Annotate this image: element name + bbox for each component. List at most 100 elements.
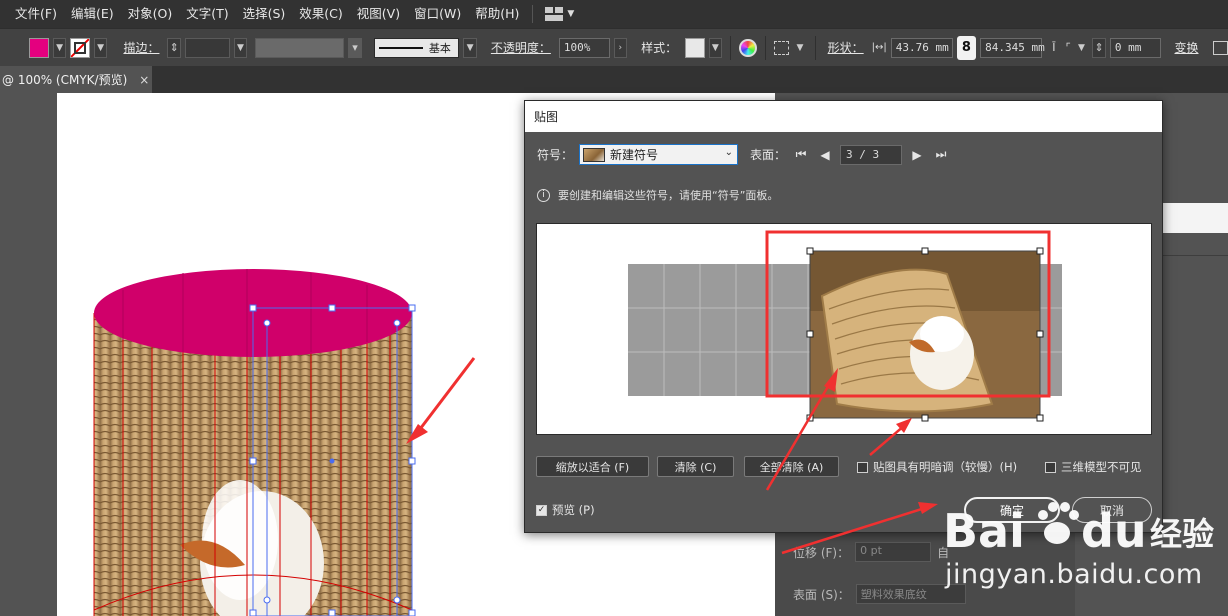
chevron-down-icon: ▼ — [567, 9, 575, 19]
align-dropdown[interactable]: ▼ — [793, 38, 807, 58]
symbol-value: 新建符号 — [610, 148, 659, 162]
document-tab[interactable]: @ 100% (CMYK/预览) × — [0, 66, 152, 93]
toolbar-divider — [730, 35, 732, 60]
shade-artwork-option[interactable]: 贴图具有明暗调（较慢）(H) — [857, 459, 1017, 475]
control-toolbar: ▼ ▼ 描边： ⇕ ▼ ▾ 基本 ▼ 不透明度： 100% › 样式： ▼ ▼ … — [0, 28, 1228, 66]
prev-surface-icon[interactable]: ◀ — [816, 148, 834, 162]
no-stroke-icon — [71, 38, 89, 57]
cancel-button[interactable]: 取消 — [1072, 497, 1152, 523]
corner-stepper[interactable]: ⇕ — [1092, 37, 1106, 58]
toolbar-divider — [814, 35, 816, 60]
fit-button[interactable]: 缩放以适合 (F) — [536, 456, 649, 477]
document-tab-bar: @ 100% (CMYK/预览) × — [0, 66, 1228, 93]
surface-page-field[interactable]: 3 / 3 — [840, 144, 903, 165]
invisible-geometry-checkbox[interactable] — [1045, 461, 1056, 473]
info-text: 要创建和编辑这些符号，请使用“符号”面板。 — [558, 189, 779, 202]
brush-dropdown[interactable]: ▼ — [463, 37, 477, 58]
stroke-swatch[interactable] — [70, 37, 90, 58]
document-tab-title: @ 100% (CMYK/预览) — [2, 73, 128, 87]
stroke-weight-dropdown[interactable]: ▼ — [233, 37, 248, 58]
stroke-label: 描边： — [123, 41, 160, 55]
shape-label: 形状： — [827, 41, 864, 55]
surface-label: 表面： — [750, 148, 787, 162]
symbol-row: 符号： 新建符号 ⌄ 表面： ⏮ ◀ 3 / 3 ▶ ⏭ — [537, 144, 950, 165]
height-field[interactable]: 84.345 mm — [980, 37, 1045, 58]
surface-preview-canvas — [628, 230, 1062, 422]
surface-row: 表面 (S)： 塑料效果底纹 — [793, 584, 966, 604]
menu-file[interactable]: 文件(F) — [8, 0, 64, 28]
preview-checkbox[interactable]: ✓ — [536, 504, 547, 516]
graphic-style-swatch[interactable] — [685, 37, 705, 58]
last-surface-icon[interactable]: ⏭ — [932, 147, 950, 162]
offset-row: 位移 (F)： 0 pt 自 — [793, 542, 949, 562]
invisible-geometry-option[interactable]: 三维模型不可见 — [1045, 459, 1142, 475]
link-proportions-icon[interactable]: 8 — [956, 35, 977, 60]
next-surface-icon[interactable]: ▶ — [908, 148, 926, 162]
fill-dropdown[interactable]: ▼ — [52, 37, 67, 58]
workspace-switcher[interactable]: ▼ — [539, 7, 580, 21]
preview-label: 预览 (P) — [552, 503, 595, 517]
style-label: 样式： — [641, 41, 678, 55]
corner-type-icon[interactable]: ⌜ — [1066, 41, 1071, 54]
close-icon[interactable]: × — [139, 73, 149, 87]
offset-suffix: 自 — [937, 545, 950, 560]
menu-type[interactable]: 文字(T) — [179, 0, 235, 28]
menu-help[interactable]: 帮助(H) — [468, 0, 526, 28]
fill-swatch[interactable] — [29, 37, 49, 58]
corner-radius-field[interactable]: 0 mm — [1109, 37, 1161, 58]
clear-all-button[interactable]: 全部清除 (A) — [744, 456, 839, 477]
transform-link[interactable]: 变换 — [1171, 39, 1203, 56]
width-field[interactable]: 43.76 mm — [890, 37, 953, 58]
menu-object[interactable]: 对象(O) — [121, 0, 180, 28]
transform-icon[interactable] — [1212, 40, 1228, 55]
chevron-down-icon: ⌄ — [724, 147, 734, 158]
offset-label: 位移 (F)： — [793, 545, 850, 560]
invisible-geometry-label: 三维模型不可见 — [1061, 460, 1142, 474]
symbol-label: 符号： — [537, 148, 574, 162]
width-icon: |↔| — [871, 42, 887, 53]
surface-label: 表面 (S)： — [793, 587, 850, 602]
ok-button[interactable]: 确定 — [964, 497, 1060, 523]
offset-field[interactable]: 0 pt — [855, 542, 932, 562]
surface-field[interactable]: 塑料效果底纹 — [855, 584, 966, 604]
shade-artwork-label: 贴图具有明暗调（较慢）(H) — [873, 460, 1018, 474]
menu-view[interactable]: 视图(V) — [350, 0, 407, 28]
align-icon[interactable] — [773, 40, 790, 55]
menu-window[interactable]: 窗口(W) — [407, 0, 468, 28]
stroke-weight-field[interactable] — [185, 37, 230, 58]
surface-preview[interactable] — [536, 223, 1152, 435]
menu-effect[interactable]: 效果(C) — [292, 0, 349, 28]
stroke-dropdown[interactable]: ▼ — [93, 37, 108, 58]
recolor-icon[interactable] — [739, 38, 757, 57]
stroke-weight-stepper[interactable]: ⇕ — [167, 37, 182, 58]
shade-artwork-checkbox[interactable] — [857, 461, 868, 473]
symbol-select[interactable]: 新建符号 ⌄ — [579, 144, 739, 165]
opacity-arrow[interactable]: › — [613, 37, 628, 58]
dialog-title: 贴图 — [525, 101, 1162, 132]
profile-dropdown[interactable]: ▾ — [348, 37, 362, 58]
toolbar-divider — [764, 35, 766, 60]
first-surface-icon[interactable]: ⏮ — [792, 147, 810, 162]
brush-definition[interactable]: 基本 — [373, 37, 460, 58]
menu-divider — [532, 5, 534, 23]
height-icon: Ī — [1052, 41, 1056, 54]
menu-edit[interactable]: 编辑(E) — [64, 0, 121, 28]
panel-field — [1160, 203, 1228, 233]
corner-dropdown[interactable]: ▼ — [1075, 38, 1089, 58]
graphic-style-dropdown[interactable]: ▼ — [708, 37, 723, 58]
placed-symbol-image[interactable] — [809, 250, 1041, 419]
clear-button[interactable]: 清除 (C) — [657, 456, 734, 477]
preview-option[interactable]: ✓ 预览 (P) — [536, 502, 595, 518]
menu-select[interactable]: 选择(S) — [236, 0, 293, 28]
opacity-field[interactable]: 100% — [558, 37, 610, 58]
3d-options-panel: 位移 (F)： 0 pt 自 表面 (S)： 塑料效果底纹 — [775, 530, 1075, 616]
brush-style-label: 基本 — [428, 41, 451, 55]
symbol-thumbnail — [583, 147, 606, 162]
workspace-grid-icon — [545, 7, 564, 21]
map-art-dialog: 贴图 符号： 新建符号 ⌄ 表面： ⏮ ◀ 3 / 3 ▶ ⏭ i 要创建和编辑… — [524, 100, 1163, 533]
opacity-label[interactable]: 不透明度： — [487, 39, 555, 56]
info-row: i 要创建和编辑这些符号，请使用“符号”面板。 — [537, 187, 778, 203]
menu-bar: 文件(F) 编辑(E) 对象(O) 文字(T) 选择(S) 效果(C) 视图(V… — [0, 0, 1228, 28]
info-icon: i — [537, 188, 550, 202]
variable-width-profile[interactable] — [255, 37, 345, 58]
